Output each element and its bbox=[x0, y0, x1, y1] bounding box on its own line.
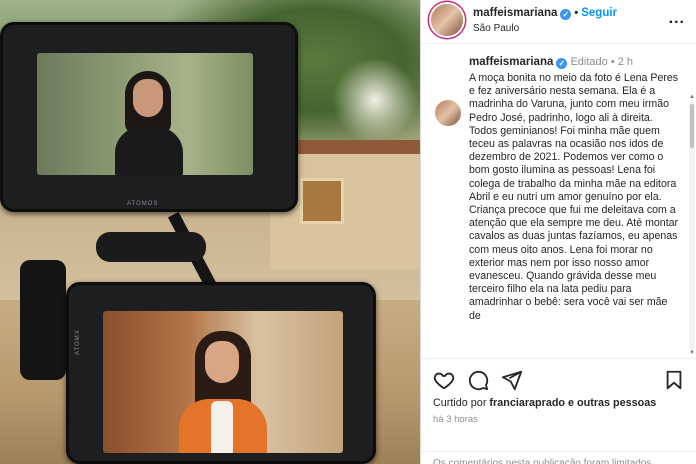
edited-label: Editado bbox=[570, 56, 608, 68]
scroll-down-arrow-icon[interactable]: ▼ bbox=[689, 350, 695, 356]
caption-author-avatar[interactable] bbox=[435, 100, 461, 126]
separator-dot: • bbox=[610, 56, 615, 68]
woman-in-orange-figure bbox=[173, 329, 273, 453]
follow-button[interactable]: Seguir bbox=[581, 7, 617, 19]
scroll-up-arrow-icon[interactable]: ▲ bbox=[689, 94, 695, 100]
post-actions: Curtido por franciaraprado e outras pess… bbox=[421, 358, 696, 464]
caption-meta: maffeismariana ✓ Editado • 2 h bbox=[469, 56, 633, 69]
bookmark-icon[interactable] bbox=[663, 369, 685, 391]
liked-prefix: Curtido por bbox=[433, 397, 487, 409]
verified-badge-icon: ✓ bbox=[556, 58, 568, 69]
camera-rig-mount bbox=[20, 260, 66, 380]
woman-in-black-figure bbox=[107, 67, 191, 175]
post-photo[interactable]: ATOMOS ATOMX bbox=[0, 0, 420, 464]
comments-limited-notice: Os comentários nesta publicação foram li… bbox=[421, 451, 696, 464]
post-caption-area: maffeismariana ✓ Editado • 2 h A moça bon… bbox=[421, 44, 696, 358]
verified-badge-icon: ✓ bbox=[560, 9, 572, 20]
bottom-monitor-screen bbox=[103, 311, 343, 453]
caption-username-link[interactable]: maffeismariana bbox=[469, 56, 553, 68]
post-timestamp[interactable]: há 3 horas bbox=[433, 414, 478, 425]
photo-sky bbox=[330, 60, 420, 140]
heart-icon[interactable] bbox=[433, 369, 455, 391]
camera-rig-clamp bbox=[96, 232, 206, 262]
author-avatar[interactable] bbox=[431, 4, 463, 36]
post-side-panel: maffeismariana ✓ • Seguir São Paulo ... maf… bbox=[420, 0, 696, 464]
top-field-monitor: ATOMOS bbox=[0, 22, 298, 212]
author-username-link[interactable]: maffeismariana bbox=[473, 7, 557, 19]
comment-icon[interactable] bbox=[467, 369, 489, 391]
bottom-field-monitor: ATOMX bbox=[66, 282, 376, 464]
top-monitor-screen bbox=[37, 53, 253, 175]
liked-others-link[interactable]: e outras pessoas bbox=[568, 397, 656, 409]
header-username-row: maffeismariana ✓ • Seguir bbox=[473, 7, 617, 20]
share-icon[interactable] bbox=[501, 369, 523, 391]
scrollbar-thumb[interactable] bbox=[690, 104, 694, 148]
post-header: maffeismariana ✓ • Seguir São Paulo ... bbox=[421, 0, 696, 44]
monitor-brand: ATOMOS bbox=[127, 201, 159, 207]
caption-text: A moça bonita no meio da foto é Lena Per… bbox=[469, 72, 679, 322]
post-age[interactable]: 2 h bbox=[618, 56, 633, 68]
caption-scrollbar[interactable] bbox=[689, 102, 695, 350]
liked-by-text: Curtido por franciaraprado e outras pess… bbox=[433, 397, 656, 409]
separator-dot: • bbox=[574, 7, 579, 19]
photo-house-window bbox=[300, 178, 344, 224]
more-options-icon[interactable]: ... bbox=[669, 10, 685, 28]
monitor-brand: ATOMX bbox=[75, 329, 81, 355]
location-link[interactable]: São Paulo bbox=[473, 23, 519, 34]
liked-by-user-link[interactable]: franciaraprado bbox=[489, 397, 565, 409]
